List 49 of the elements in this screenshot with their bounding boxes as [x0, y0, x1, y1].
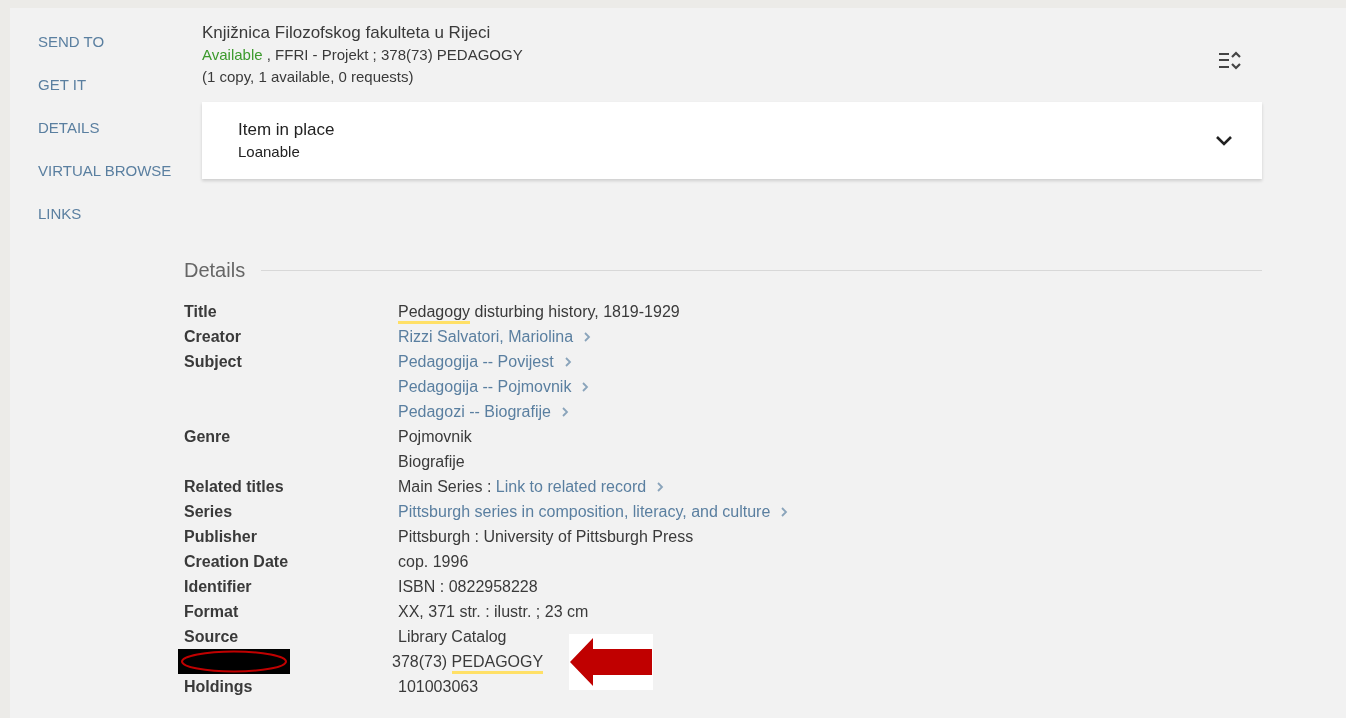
- sidebar-link[interactable]: GET IT: [38, 73, 190, 97]
- field-value: Pittsburgh : University of Pittsburgh Press: [398, 527, 694, 547]
- field-label: Series: [184, 503, 233, 520]
- field-value: Main Series :: [398, 477, 493, 497]
- field-label: Creator: [184, 328, 241, 345]
- availability-status: Available: [202, 46, 263, 63]
- chevron-right-icon: [563, 355, 572, 368]
- field-link[interactable]: Pittsburgh series in composition, literacy, and culture: [398, 499, 771, 524]
- chevron-right-icon: [581, 380, 590, 393]
- sidebar-link[interactable]: VIRTUAL BROWSE: [38, 159, 190, 183]
- copy-counts: (1 copy, 1 available, 0 requests): [202, 67, 415, 87]
- field-link[interactable]: Rizzi Salvatori, Mariolina: [398, 324, 574, 349]
- sidebar-link[interactable]: DETAILS: [38, 116, 190, 140]
- chevron-right-icon: [583, 330, 592, 343]
- field-label: Publisher: [184, 528, 257, 545]
- chevron-right-icon: [780, 505, 789, 518]
- field-label: Title: [184, 303, 217, 320]
- sidebar-link[interactable]: LINKS: [38, 202, 190, 226]
- field-label: Subject: [184, 353, 242, 370]
- section-heading: Details: [184, 258, 247, 283]
- field-value: XX, 371 str. : ilustr. ; 23 cm: [398, 602, 589, 622]
- field-label: Holdings: [184, 678, 253, 695]
- field-value: Pojmovnik: [398, 427, 472, 447]
- chevron-icon[interactable]: [1214, 133, 1234, 148]
- chevron-right-icon: [656, 480, 665, 493]
- field-value: 101003063: [398, 677, 479, 697]
- field-value: 378(73) PEDAGOGY: [392, 649, 544, 674]
- field-label: Source: [184, 628, 239, 645]
- chevron-right-icon: [560, 405, 569, 418]
- field-link[interactable]: Pedagogija -- Povijest: [398, 349, 554, 374]
- field-link[interactable]: Pedagogija -- Pojmovnik: [398, 374, 572, 399]
- item-status: Item in place: [238, 118, 336, 141]
- field-label: Format: [184, 603, 239, 620]
- field-label: Genre: [184, 428, 231, 445]
- field-label: Creation Date: [184, 553, 289, 570]
- sidebar-link[interactable]: SEND TO: [38, 30, 190, 54]
- field-label: Identifier: [184, 578, 252, 595]
- field-label: Related titles: [184, 478, 284, 495]
- field-link[interactable]: Pedagozi -- Biografije: [398, 399, 551, 424]
- field-value: ISBN : 0822958228: [398, 577, 538, 597]
- library-name: Knjižnica Filozofskog fakulteta u Rijeci: [202, 22, 492, 44]
- item-card[interactable]: Item in place Loanable: [202, 102, 1262, 179]
- field-value: Biografije: [398, 452, 465, 472]
- location-details: , FFRI - Projekt ; 378(73) PEDAGOGY: [265, 46, 523, 63]
- field-value: Pedagogy disturbing history, 1819-1929: [398, 299, 680, 324]
- field-link[interactable]: Link to related record: [495, 474, 647, 499]
- field-value: Library Catalog: [398, 627, 507, 647]
- field-value: cop. 1996: [398, 552, 469, 572]
- loan-policy: Loanable: [238, 141, 301, 162]
